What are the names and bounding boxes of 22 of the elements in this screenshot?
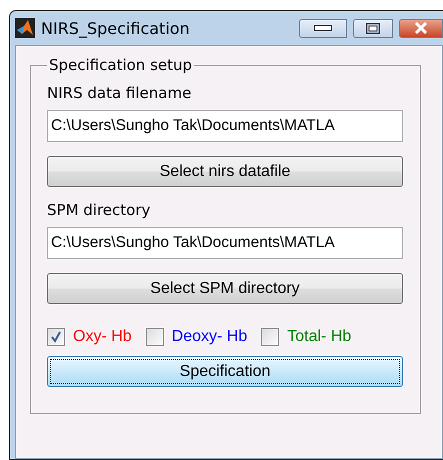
minimize-button[interactable] (299, 18, 347, 38)
field-label: NIRS data filename (47, 84, 192, 102)
path-field[interactable]: C:\Users\Sungho Tak\Documents\MATLA (47, 110, 403, 142)
checkbox-label: Deoxy- Hb (172, 328, 248, 346)
select-button[interactable]: Select nirs datafile (47, 156, 403, 187)
checkbox[interactable] (47, 328, 65, 346)
select-button[interactable]: Select SPM directory (47, 273, 403, 304)
specification-button[interactable]: Specification (47, 356, 403, 387)
maximize-button[interactable] (353, 18, 393, 38)
maximize-icon (366, 22, 380, 34)
path-field[interactable]: C:\Users\Sungho Tak\Documents\MATLA (47, 227, 403, 259)
close-button[interactable] (399, 18, 443, 38)
close-icon (414, 22, 428, 34)
minimize-icon (314, 25, 332, 31)
checkbox[interactable] (261, 328, 280, 346)
checkbox-label: Oxy- Hb (73, 328, 132, 346)
app-logo-icon (15, 18, 35, 38)
checkbox[interactable] (146, 328, 164, 346)
window-title: NIRS_Specification (41, 18, 191, 38)
field-label: SPM directory (47, 201, 152, 219)
checkbox-label: Total- Hb (287, 328, 352, 346)
group-title: Specification setup (48, 56, 194, 74)
